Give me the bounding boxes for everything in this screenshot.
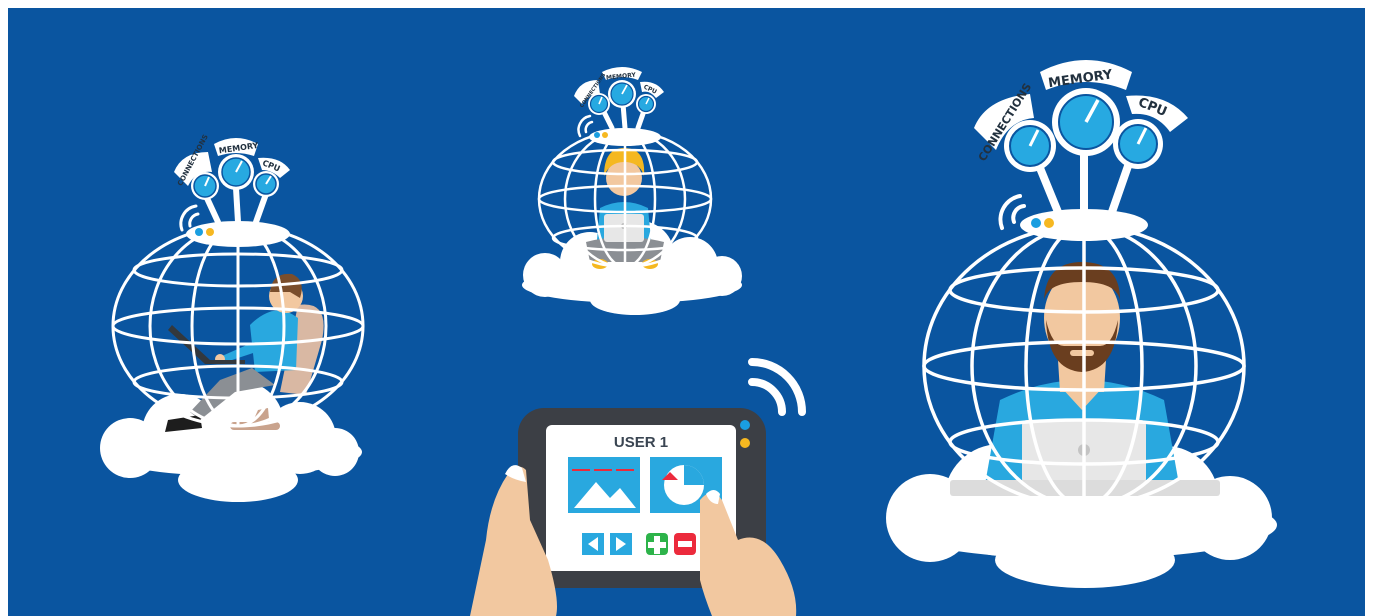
status-dot-blue bbox=[594, 132, 600, 138]
add-button[interactable] bbox=[646, 533, 668, 555]
minus-icon bbox=[678, 541, 692, 547]
status-dot-yellow bbox=[1044, 218, 1054, 228]
cage-right bbox=[922, 224, 1246, 508]
status-dot-yellow bbox=[206, 228, 214, 236]
status-dot-yellow bbox=[740, 438, 750, 448]
status-dot-blue bbox=[195, 228, 203, 236]
prev-button[interactable] bbox=[582, 533, 604, 555]
remove-button[interactable] bbox=[674, 533, 696, 555]
tablet-user-title: USER 1 bbox=[614, 434, 668, 451]
cage-cap-center bbox=[589, 128, 661, 146]
image-icon[interactable] bbox=[568, 457, 640, 513]
status-dot-blue bbox=[1031, 218, 1041, 228]
cage-left bbox=[111, 224, 365, 428]
status-dot-yellow bbox=[602, 132, 608, 138]
next-button[interactable] bbox=[610, 533, 632, 555]
status-dot-blue bbox=[740, 420, 750, 430]
cloud-cage-illustration: CONNECTIONS MEMORY CPU CONNECTIONS MEMOR… bbox=[8, 8, 1365, 616]
cage-center bbox=[537, 129, 713, 269]
